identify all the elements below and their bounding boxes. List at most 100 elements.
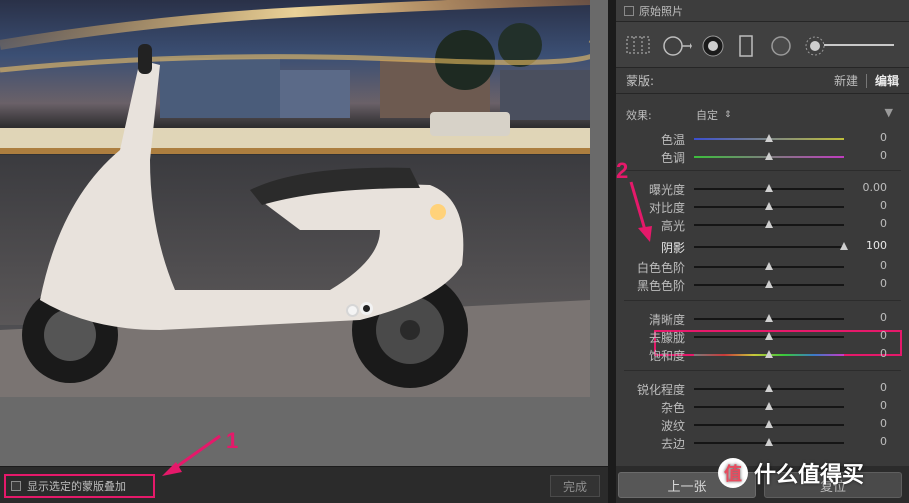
photo-preview[interactable] — [0, 0, 590, 397]
slider-label: 饱和度 — [648, 349, 685, 363]
tool-size-slider[interactable] — [824, 44, 894, 46]
slider-row: 色温 0 — [616, 130, 909, 148]
slider-row: 去朦胧 0 — [616, 328, 909, 346]
slider-value[interactable]: 0 — [880, 329, 887, 342]
slider-row: 黑色色阶 0 — [616, 276, 909, 294]
slider-track[interactable] — [694, 314, 844, 322]
original-photo-label: 原始照片 — [639, 4, 683, 18]
slider-label: 波纹 — [660, 419, 685, 433]
mask-pin-active[interactable] — [360, 302, 373, 315]
original-photo-checkbox[interactable] — [624, 5, 634, 16]
red-eye-icon[interactable] — [702, 35, 724, 57]
slider-thumb[interactable] — [765, 262, 773, 270]
slider-row: 色调 0 — [616, 148, 909, 166]
mask-new-button[interactable]: 新建 — [834, 72, 858, 89]
slider-label: 高光 — [660, 219, 685, 233]
site-watermark: 值 什么值得买 — [718, 448, 864, 498]
slider-track[interactable] — [694, 438, 844, 446]
slider-track[interactable] — [694, 220, 844, 228]
adjustment-brush-icon[interactable] — [804, 35, 826, 57]
canvas-toolbar: 显示选定的蒙版叠加 完成 — [0, 466, 608, 503]
slider-track[interactable] — [694, 262, 844, 270]
slider-thumb[interactable] — [765, 184, 773, 192]
slider-value[interactable]: 0 — [880, 435, 887, 448]
slider-thumb[interactable] — [765, 134, 773, 142]
slider-value[interactable]: 0 — [880, 311, 887, 324]
show-mask-overlay-checkbox[interactable] — [11, 481, 21, 491]
slider-thumb[interactable] — [765, 384, 773, 392]
slider-row: 高光 0 — [616, 216, 909, 234]
slider-thumb[interactable] — [765, 438, 773, 446]
slider-row: 阴影 100 — [616, 238, 909, 256]
show-mask-overlay-label: 显示选定的蒙版叠加 — [27, 480, 126, 493]
slider-thumb[interactable] — [765, 152, 773, 160]
slider-value[interactable]: 0 — [880, 381, 887, 394]
slider-track[interactable] — [694, 134, 844, 142]
section-separator — [624, 170, 901, 171]
slider-value[interactable]: 0 — [880, 259, 887, 272]
slider-thumb[interactable] — [765, 202, 773, 210]
slider-value[interactable]: 0 — [880, 417, 887, 430]
done-button[interactable]: 完成 — [550, 475, 600, 497]
original-photo-option[interactable]: 原始照片 — [616, 0, 909, 22]
slider-track[interactable] — [694, 152, 844, 160]
slider-track[interactable] — [694, 184, 844, 192]
slider-value[interactable]: 0 — [880, 199, 887, 212]
slider-value[interactable]: 0 — [880, 131, 887, 144]
section-separator — [624, 300, 901, 301]
slider-track[interactable] — [694, 420, 844, 428]
slider-track[interactable] — [694, 280, 844, 288]
slider-thumb[interactable] — [765, 332, 773, 340]
graduated-filter-icon[interactable] — [738, 35, 754, 57]
slider-thumb[interactable] — [765, 220, 773, 228]
slider-value[interactable]: 0 — [880, 217, 887, 230]
slider-thumb[interactable] — [765, 314, 773, 322]
panel-divider[interactable] — [608, 0, 616, 503]
annotation-number-1: 1 — [226, 428, 239, 453]
mask-edit-button[interactable]: 编辑 — [875, 72, 899, 89]
collapse-triangle-icon[interactable]: ▼ — [885, 106, 893, 119]
slider-thumb[interactable] — [765, 420, 773, 428]
annotation-number-2: 2 — [616, 158, 629, 183]
effect-dropdown-icon[interactable]: ⇕ — [724, 110, 732, 120]
slider-row: 曝光度 0.00 — [616, 180, 909, 198]
effects-section: 效果: 自定 ⇕ ▼ 色温 0 色调 0 曝光度 0.00 对比度 0 高光 0 阴影 100 白色色阶… — [616, 94, 909, 466]
effect-row: 效果: 自定 ⇕ ▼ — [616, 106, 909, 124]
mask-label: 蒙版: — [626, 74, 655, 88]
slider-row: 白色色阶 0 — [616, 258, 909, 276]
slider-value[interactable]: 0 — [880, 399, 887, 412]
mask-pin-inactive[interactable] — [346, 304, 359, 317]
slider-thumb[interactable] — [765, 350, 773, 358]
slider-label: 锐化程度 — [636, 383, 685, 397]
slider-track[interactable] — [694, 242, 848, 250]
slider-track[interactable] — [694, 202, 844, 210]
slider-track[interactable] — [694, 384, 844, 392]
watermark-logo: 值 — [718, 458, 748, 488]
slider-value[interactable]: 100 — [866, 239, 887, 252]
crop-overlay-icon[interactable] — [626, 35, 650, 55]
slider-track[interactable] — [694, 332, 844, 340]
slider-label: 去朦胧 — [648, 331, 685, 345]
slider-label: 杂色 — [660, 401, 685, 415]
watermark-text: 什么值得买 — [754, 463, 865, 488]
image-canvas[interactable]: 1 — [0, 0, 608, 466]
spot-removal-icon[interactable] — [662, 35, 692, 57]
slider-thumb[interactable] — [840, 242, 848, 250]
slider-value[interactable]: 0.00 — [863, 181, 888, 194]
slider-row: 杂色 0 — [616, 398, 909, 416]
effect-label: 效果: — [626, 109, 652, 122]
slider-thumb[interactable] — [765, 280, 773, 288]
slider-value[interactable]: 0 — [880, 149, 887, 162]
slider-row: 饱和度 0 — [616, 346, 909, 364]
effect-preset-select[interactable]: 自定 — [696, 107, 718, 123]
slider-row: 对比度 0 — [616, 198, 909, 216]
slider-row: 清晰度 0 — [616, 310, 909, 328]
slider-track[interactable] — [694, 350, 844, 358]
show-mask-overlay-option[interactable]: 显示选定的蒙版叠加 — [4, 474, 155, 498]
slider-track[interactable] — [694, 402, 844, 410]
slider-value[interactable]: 0 — [880, 277, 887, 290]
slider-label: 对比度 — [648, 201, 685, 215]
slider-value[interactable]: 0 — [880, 347, 887, 360]
slider-thumb[interactable] — [765, 402, 773, 410]
radial-filter-icon[interactable] — [770, 35, 792, 57]
